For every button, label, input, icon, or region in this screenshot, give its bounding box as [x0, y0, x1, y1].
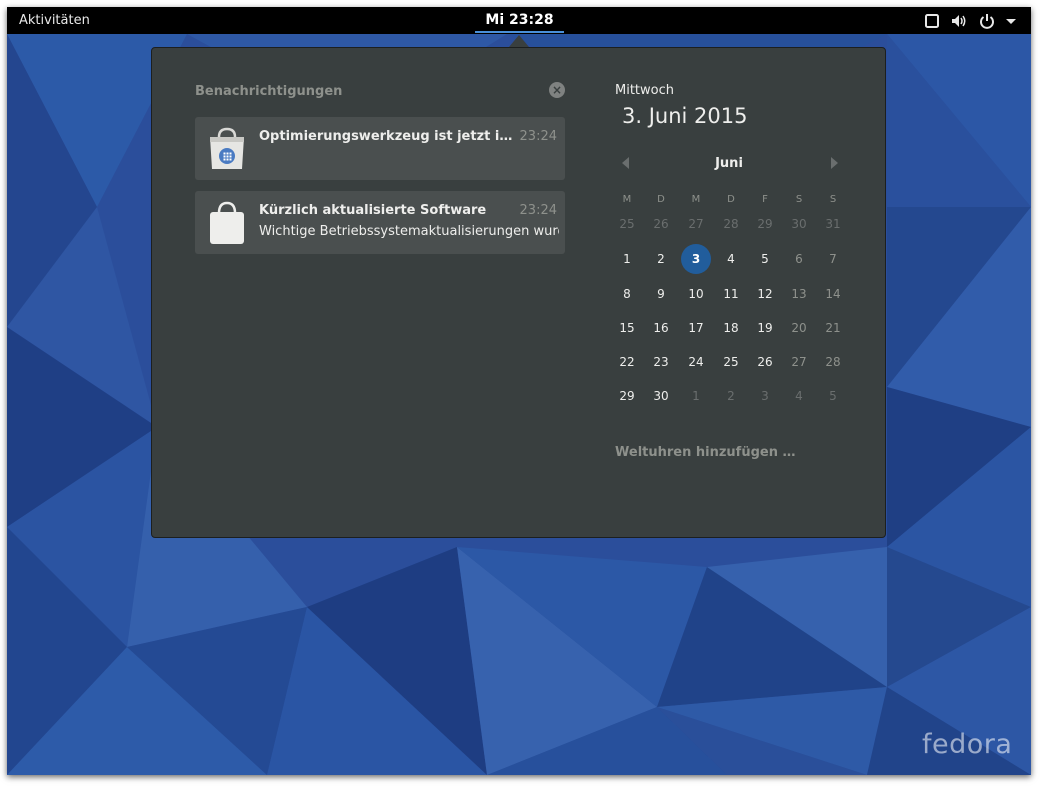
calendar-day[interactable]: 9	[646, 279, 676, 309]
calendar-day[interactable]: 12	[750, 279, 780, 309]
calendar-day-header: S	[829, 194, 837, 205]
calendar-day[interactable]: 27	[784, 347, 814, 377]
calendar-day[interactable]: 21	[818, 313, 848, 343]
clock-button[interactable]: Mi 23:28	[475, 7, 564, 34]
notification-title: Kürzlich aktualisierte Software	[259, 203, 487, 218]
notification-time: 23:24	[519, 129, 557, 144]
top-bar: Aktivitäten Mi 23:28	[7, 7, 1031, 34]
system-menu-arrow-icon[interactable]	[1001, 11, 1021, 31]
calendar-day-header: M	[622, 194, 632, 205]
notification-title: Optimierungswerkzeug ist jetzt installie…	[259, 129, 515, 144]
notification-time: 23:24	[519, 203, 557, 218]
calendar-day[interactable]: 19	[750, 313, 780, 343]
calendar-day[interactable]: 25	[716, 347, 746, 377]
calendar-month-name: Juni	[715, 156, 743, 171]
screen-keyboard-icon[interactable]	[922, 11, 942, 31]
calendar-day[interactable]: 1	[612, 244, 642, 274]
calendar-day[interactable]: 15	[612, 313, 642, 343]
activities-button[interactable]: Aktivitäten	[19, 7, 90, 34]
calendar-full-date[interactable]: 3. Juni 2015	[622, 104, 747, 128]
calendar-day[interactable]: 16	[646, 313, 676, 343]
calendar-day[interactable]: 6	[784, 244, 814, 274]
popup-pointer	[509, 35, 529, 47]
calendar-day[interactable]: 31	[818, 209, 848, 239]
calendar-day-header: M	[691, 194, 701, 205]
calendar-day[interactable]: 2	[716, 381, 746, 411]
calendar-day[interactable]: 29	[750, 209, 780, 239]
calendar-day[interactable]: 3	[750, 381, 780, 411]
calendar-day[interactable]: 7	[818, 244, 848, 274]
calendar-day[interactable]: 26	[750, 347, 780, 377]
notification-item[interactable]: Optimierungswerkzeug ist jetzt installie…	[195, 117, 565, 180]
clear-notifications-button[interactable]: ×	[549, 82, 565, 98]
volume-icon[interactable]	[949, 11, 969, 31]
notification-item[interactable]: Kürzlich aktualisierte Software 23:24 Wi…	[195, 191, 565, 254]
calendar-day[interactable]: 28	[716, 209, 746, 239]
power-icon[interactable]	[977, 11, 997, 31]
calendar-day[interactable]: 26	[646, 209, 676, 239]
software-bag-icon	[210, 201, 244, 244]
calendar-day[interactable]: 30	[784, 209, 814, 239]
calendar-weekday: Mittwoch	[615, 83, 674, 98]
calendar-day[interactable]: 25	[612, 209, 642, 239]
notification-body: Wichtige Betriebssystemaktualisierungen …	[259, 224, 559, 239]
software-store-icon	[210, 127, 244, 169]
calendar-day[interactable]: 30	[646, 381, 676, 411]
calendar-day[interactable]: 27	[681, 209, 711, 239]
calendar-day[interactable]: 24	[681, 347, 711, 377]
calendar-day-header: F	[762, 194, 768, 205]
calendar-day[interactable]: 2	[646, 244, 676, 274]
previous-month-icon[interactable]	[620, 156, 630, 170]
calendar-day[interactable]: 1	[681, 381, 711, 411]
calendar-day[interactable]: 28	[818, 347, 848, 377]
calendar-day[interactable]: 11	[716, 279, 746, 309]
calendar-day[interactable]: 23	[646, 347, 676, 377]
calendar-day-header: S	[795, 194, 803, 205]
calendar-day[interactable]: 4	[716, 244, 746, 274]
next-month-icon[interactable]	[830, 156, 840, 170]
fedora-logo: fedora	[922, 729, 1013, 760]
calendar-day[interactable]: 4	[784, 381, 814, 411]
calendar-day[interactable]: 20	[784, 313, 814, 343]
desktop: Aktivitäten Mi 23:28 Benachrichtigungen …	[7, 7, 1031, 775]
notifications-header: Benachrichtigungen	[195, 84, 343, 99]
calendar-day[interactable]: 18	[716, 313, 746, 343]
calendar-day[interactable]: 5	[750, 244, 780, 274]
clock-active-indicator	[475, 31, 564, 33]
calendar-day[interactable]: 8	[612, 279, 642, 309]
calendar-day[interactable]: 17	[681, 313, 711, 343]
calendar-day[interactable]: 22	[612, 347, 642, 377]
calendar-day[interactable]: 10	[681, 279, 711, 309]
calendar-day[interactable]: 13	[784, 279, 814, 309]
add-world-clocks-button[interactable]: Weltuhren hinzufügen …	[615, 445, 795, 460]
calendar-day[interactable]: 29	[612, 381, 642, 411]
calendar-day[interactable]: 14	[818, 279, 848, 309]
calendar-day-header: D	[727, 194, 735, 205]
calendar-day[interactable]: 3	[681, 244, 711, 274]
calendar-day-header: D	[657, 194, 665, 205]
calendar-day[interactable]: 5	[818, 381, 848, 411]
date-menu-popup: Benachrichtigungen × Optimierungswerkzeu…	[151, 47, 886, 538]
